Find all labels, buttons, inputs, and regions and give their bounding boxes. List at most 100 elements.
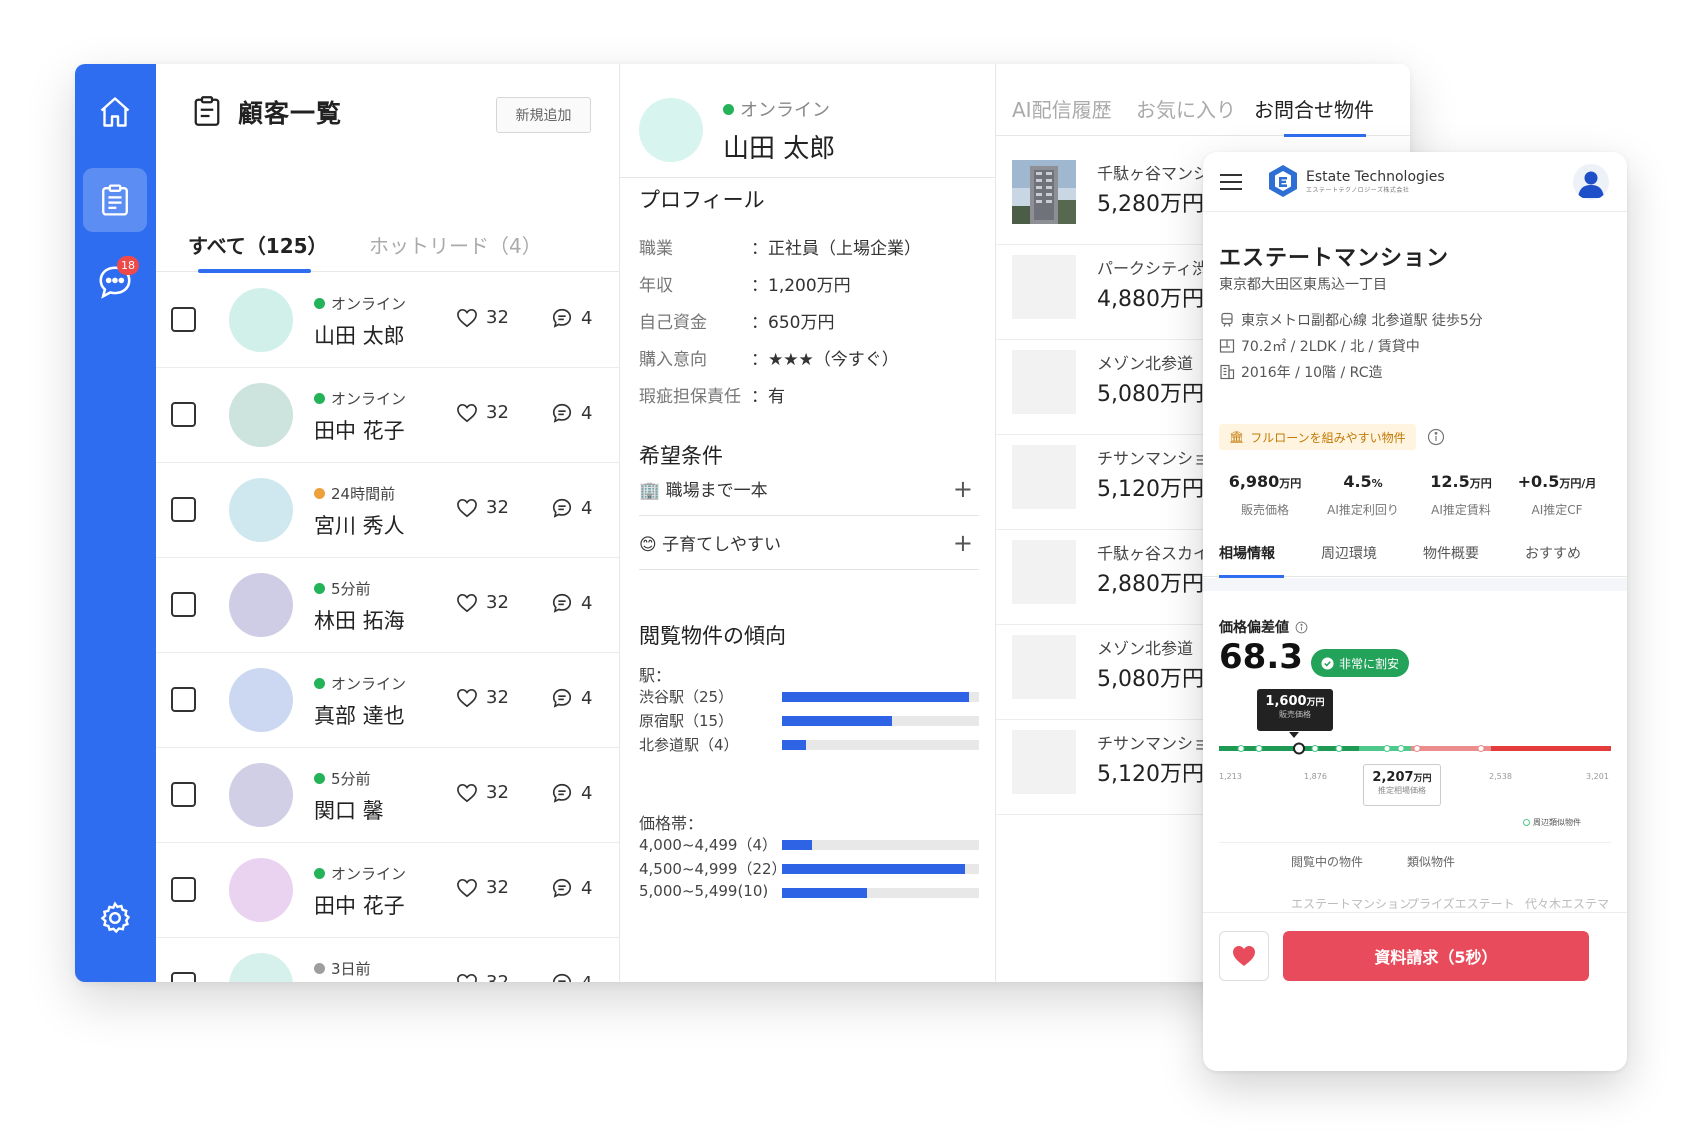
customer-name[interactable]: 山田 太郎 (314, 320, 405, 350)
tab-favorites[interactable]: お気に入り (1136, 94, 1236, 123)
add-customer-button[interactable]: 新規追加 (496, 97, 591, 133)
comment-icon (552, 783, 572, 803)
heart-icon (457, 878, 477, 897)
plus-icon[interactable]: + (953, 529, 973, 557)
row-checkbox[interactable] (171, 877, 196, 902)
home-nav-button[interactable] (83, 80, 147, 144)
customer-row[interactable]: オンライン 田中 花子 32 4 (156, 368, 619, 463)
avatar (229, 383, 293, 447)
status-dot (314, 963, 325, 974)
trend-section-title: 閲覧物件の傾向 (639, 624, 786, 648)
tab-surroundings[interactable]: 周辺環境 (1321, 543, 1377, 563)
stat-value: 4.5% (1317, 472, 1409, 491)
row-checkbox[interactable] (171, 592, 196, 617)
customer-row[interactable]: 3日前松田 翔太324 (156, 938, 619, 982)
customer-name[interactable]: 田中 花子 (314, 890, 405, 920)
customer-name[interactable]: 田中 花子 (314, 415, 405, 445)
preference-item[interactable]: 😊 子育てしやすい + (639, 516, 979, 570)
customer-list-nav-button[interactable] (83, 168, 147, 232)
customer-profile-panel: オンライン 山田 太郎 プロフィール 職業 ：正社員（上場企業） 年収 ：1,200万… (620, 64, 996, 982)
request-documents-button[interactable]: 資料請求（5秒） (1283, 931, 1589, 981)
customer-name[interactable]: 関口 馨 (314, 795, 384, 825)
profile-field: 瑕疵担保責任 ：有 (639, 382, 785, 407)
loan-tag-text: フルローンを組みやすい物件 (1250, 430, 1406, 445)
customer-row[interactable]: オンライン 真部 達也 32 4 (156, 653, 619, 748)
preference-item[interactable]: 🏢 職場まで一本 + (639, 462, 979, 516)
price-bar-label: 4,000~4,499（4） (639, 836, 777, 854)
row-checkbox[interactable] (171, 307, 196, 332)
heart-icon (1233, 946, 1255, 966)
customer-row[interactable]: 24時間前宮川 秀人 32 4 (156, 463, 619, 558)
active-tab-indicator (1284, 134, 1366, 137)
customer-list-header: 顧客一覧 新規追加 (156, 64, 619, 164)
customer-row[interactable]: 5分前 関口 馨 32 4 (156, 748, 619, 843)
profile-field-key: 年収 (639, 276, 673, 296)
like-count: 32 (456, 497, 509, 518)
property-stat: 12.5万円 AI推定賃料 (1415, 472, 1507, 518)
favorite-button[interactable] (1219, 931, 1269, 981)
customer-list-panel: 顧客一覧 新規追加 すべて（125） ホットリード（4） オンライン 山田 太郎 3… (156, 64, 620, 982)
legend-marker (1523, 819, 1530, 826)
comment-icon (552, 403, 572, 423)
stat-value: +0.5万円/月 (1505, 472, 1609, 491)
row-checkbox[interactable] (171, 687, 196, 712)
stat-number: 6,980 (1228, 472, 1280, 491)
heart-icon (457, 783, 477, 802)
stat-unit: 万円/月 (1559, 477, 1597, 490)
comment-count-value: 4 (581, 877, 593, 899)
menu-icon[interactable] (1219, 172, 1243, 192)
sale-price-label: 販売価格 (1279, 710, 1311, 719)
tab-market[interactable]: 相場情報 (1219, 543, 1275, 563)
comment-icon (552, 688, 572, 708)
chat-nav-button[interactable]: 18 (83, 250, 147, 314)
settings-nav-button[interactable] (83, 886, 147, 950)
compare-cell: エステートマンション (1291, 897, 1412, 911)
tab-inquiries[interactable]: お問合せ物件 (1254, 94, 1374, 123)
row-checkbox[interactable] (171, 782, 196, 807)
customer-row[interactable]: 5分前 林田 拓海 32 4 (156, 558, 619, 653)
heart-icon (457, 308, 477, 327)
comment-count-value: 4 (581, 307, 593, 329)
train-icon (1221, 312, 1233, 327)
property-layout: 70.2㎡ / 2LDK / 北 / 賃貸中 (1219, 336, 1420, 356)
customer-row[interactable]: オンライン 山田 太郎 32 4 (156, 273, 619, 368)
comment-icon (552, 308, 572, 328)
comment-count: 4 (551, 497, 592, 519)
row-checkbox[interactable] (171, 972, 196, 982)
scale-tick: 3,201 (1586, 772, 1609, 781)
status-text: 5分前 (331, 580, 371, 598)
customer-name[interactable]: 真部 達也 (314, 700, 405, 730)
compare-header: 類似物件 (1407, 855, 1456, 869)
clipboard-icon (194, 96, 220, 126)
tab-hot-leads[interactable]: ホットリード（4） (369, 230, 542, 259)
property-access: 東京メトロ副都心線 北参道駅 徒歩5分 (1219, 310, 1483, 330)
row-checkbox[interactable] (171, 402, 196, 427)
customer-row[interactable]: オンライン 田中 花子 32 4 (156, 843, 619, 938)
like-count-value: 32 (486, 877, 509, 898)
customer-status: オンライン (314, 388, 406, 409)
station-bar-fill (782, 692, 970, 702)
info-icon[interactable] (1295, 621, 1308, 634)
customer-status: 5分前 (314, 578, 371, 599)
gear-icon (100, 901, 131, 934)
tab-overview[interactable]: 物件概要 (1423, 543, 1479, 563)
comment-count: 4 (551, 402, 592, 424)
tab-recommended[interactable]: おすすめ (1525, 543, 1581, 563)
sale-price-value: 1,600 (1265, 694, 1307, 709)
plus-icon[interactable]: + (953, 475, 973, 503)
info-icon[interactable] (1427, 428, 1445, 446)
building-icon (1220, 364, 1235, 380)
comment-count: 4 (551, 592, 592, 614)
row-checkbox[interactable] (171, 497, 196, 522)
estimated-price-tooltip: 2,207万円 推定相場価格 (1363, 764, 1441, 806)
tab-all[interactable]: すべて（125） (188, 230, 328, 259)
customer-name[interactable]: 宮川 秀人 (314, 510, 405, 540)
customer-name[interactable]: 林田 拓海 (314, 605, 405, 635)
station-bar-label: 原宿駅（15） (639, 712, 734, 730)
tab-ai-history[interactable]: AI配信履歴 (1012, 94, 1112, 123)
user-avatar-button[interactable] (1573, 164, 1609, 200)
customer-status: 24時間前 (314, 483, 395, 504)
logo-icon (1269, 165, 1297, 197)
comment-count-value: 4 (581, 592, 593, 614)
scale-tick: 1,876 (1304, 772, 1327, 781)
